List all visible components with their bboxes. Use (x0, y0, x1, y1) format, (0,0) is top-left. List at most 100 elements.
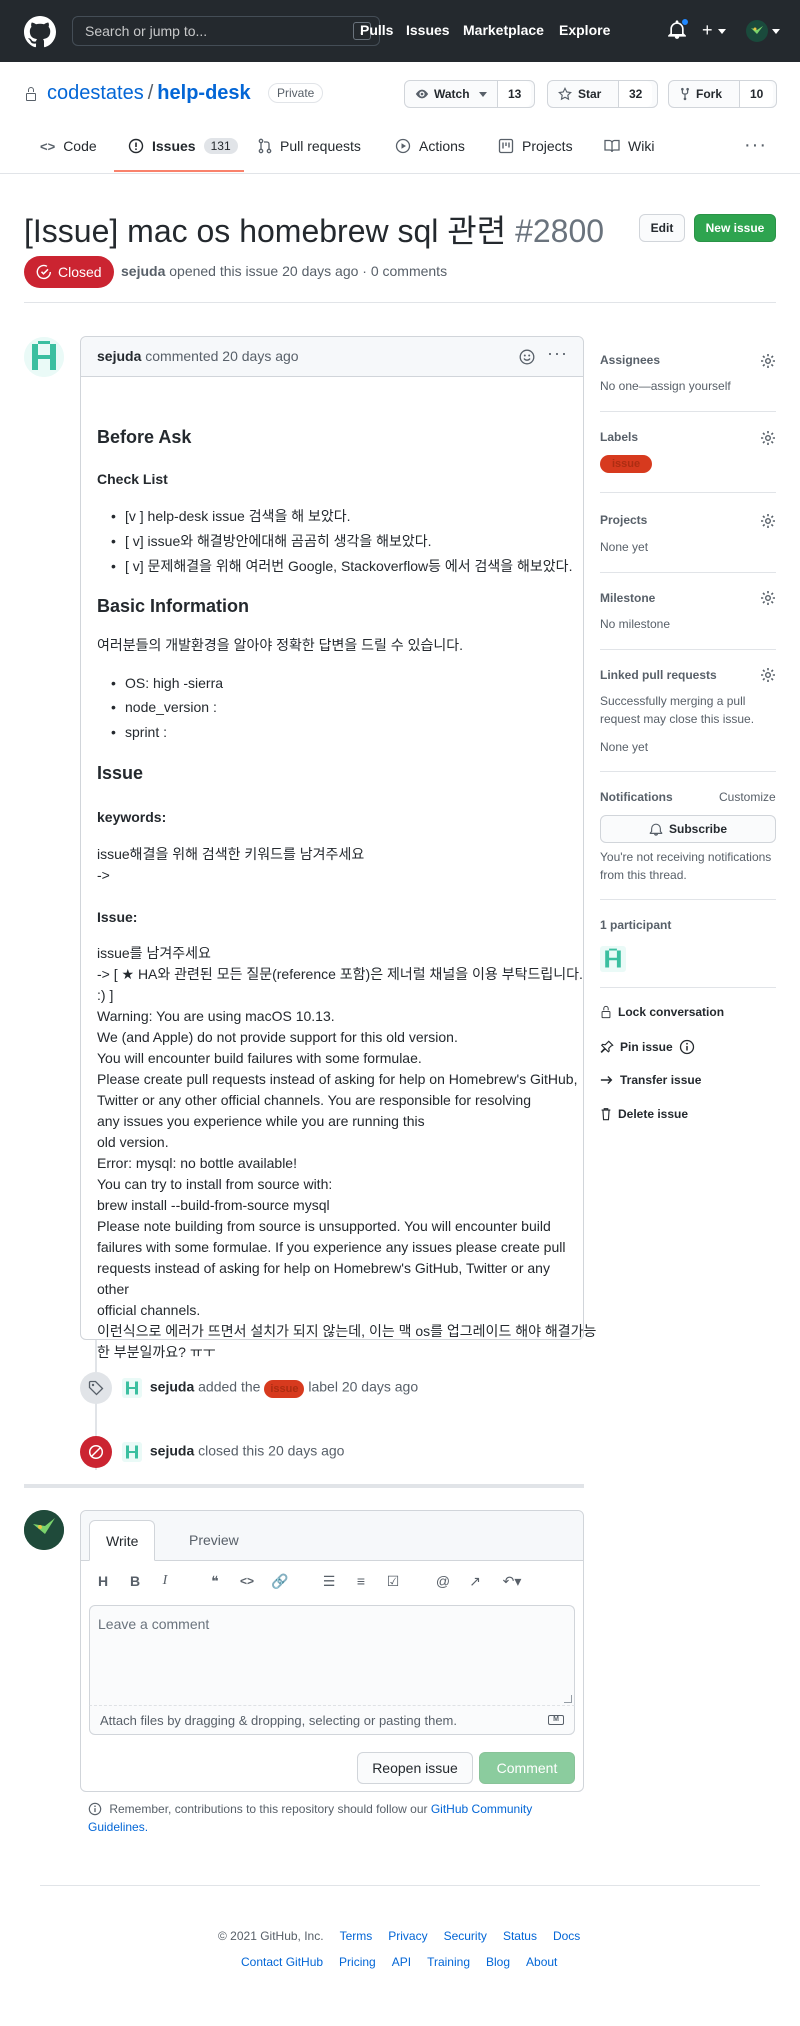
footer-link-docs[interactable]: Docs (553, 1929, 580, 1943)
bold-icon[interactable]: B (127, 1573, 143, 1589)
unordered-list-icon[interactable]: ☰ (321, 1573, 337, 1589)
repo-name-link[interactable]: help-desk (157, 82, 250, 104)
participant-avatar[interactable] (600, 946, 626, 972)
footer-link-contact[interactable]: Contact GitHub (241, 1955, 323, 1969)
info-icon[interactable] (679, 1039, 695, 1055)
footer-link-api[interactable]: API (392, 1955, 411, 1969)
gear-icon[interactable] (760, 667, 776, 683)
tab-issues[interactable]: Issues 131 (128, 138, 238, 154)
ordered-list-icon[interactable]: ≡ (353, 1573, 369, 1589)
watch-count[interactable]: 13 (497, 81, 532, 107)
create-new-menu[interactable]: + (702, 21, 726, 39)
subscribe-button[interactable]: Subscribe (600, 815, 776, 843)
smiley-icon[interactable] (519, 349, 535, 365)
paragraph: any issues you experience while you are … (97, 1113, 425, 1129)
footer-link-pricing[interactable]: Pricing (339, 1955, 376, 1969)
divider (600, 771, 776, 772)
attach-files-area[interactable]: Attach files by dragging & dropping, sel… (89, 1705, 575, 1735)
delete-label: Delete issue (618, 1107, 689, 1121)
lock-conversation-button[interactable]: Lock conversation (600, 1005, 724, 1019)
kebab-horizontal-icon[interactable]: ··· (547, 343, 568, 364)
footer-link-security[interactable]: Security (444, 1929, 487, 1943)
projects-heading[interactable]: Projects (600, 513, 647, 527)
task-list-icon[interactable]: ☑ (385, 1573, 401, 1589)
reopen-issue-button[interactable]: Reopen issue (357, 1752, 473, 1784)
heading-before-ask: Before Ask (97, 427, 192, 447)
tab-write[interactable]: Write (89, 1520, 156, 1561)
comment-textarea[interactable]: Leave a comment (89, 1605, 575, 1705)
chevron-down-icon[interactable] (772, 29, 780, 34)
notifications-desc-2: from this thread. (600, 868, 687, 882)
gear-icon[interactable] (760, 513, 776, 529)
fork-count[interactable]: 10 (739, 81, 774, 107)
fork-button[interactable]: Fork (669, 81, 739, 107)
nav-issues[interactable]: Issues (406, 22, 450, 38)
community-guidelines-link[interactable]: GitHub Community (431, 1802, 532, 1816)
assignees-value[interactable]: No one—assign yourself (600, 377, 731, 395)
repo-owner-link[interactable]: codestates (47, 82, 144, 104)
current-user-avatar[interactable] (24, 1510, 64, 1550)
edit-title-button[interactable]: Edit (639, 214, 685, 242)
nav-explore[interactable]: Explore (559, 22, 610, 38)
community-guidelines-link-2[interactable]: Guidelines. (88, 1820, 148, 1834)
gear-icon[interactable] (760, 353, 776, 369)
footer-link-about[interactable]: About (526, 1955, 557, 1969)
code-icon[interactable]: <> (239, 1573, 255, 1589)
quote-icon[interactable]: ❝ (207, 1573, 223, 1589)
tab-projects[interactable]: Projects (498, 138, 573, 154)
tab-code[interactable]: <> Code (40, 138, 97, 154)
markdown-icon[interactable]: M (548, 1715, 564, 1725)
reply-icon[interactable]: ↶▾ (499, 1573, 525, 1589)
watch-button[interactable]: Watch (405, 81, 497, 107)
search-input[interactable]: Search or jump to... / (72, 16, 380, 46)
avatar[interactable] (24, 337, 64, 377)
mention-icon[interactable]: @ (435, 1573, 451, 1589)
tab-preview[interactable]: Preview (173, 1520, 255, 1561)
tab-wiki[interactable]: Wiki (604, 138, 654, 154)
italic-icon[interactable]: I (157, 1573, 173, 1589)
label-issue[interactable]: issue (600, 455, 653, 473)
transfer-issue-button[interactable]: Transfer issue (600, 1073, 701, 1087)
event-author-link[interactable]: sejuda (150, 1379, 194, 1395)
comment-author-link[interactable]: sejuda (97, 348, 141, 364)
avatar[interactable] (122, 1442, 142, 1462)
nav-pulls[interactable]: Pulls (360, 22, 393, 38)
user-avatar[interactable] (746, 20, 768, 42)
footer-link-training[interactable]: Training (427, 1955, 470, 1969)
timeline-end-divider (24, 1484, 584, 1488)
trash-icon (601, 1108, 611, 1121)
linked-pr-heading[interactable]: Linked pull requests (600, 668, 717, 682)
link-icon[interactable]: 🔗 (271, 1573, 288, 1589)
pin-issue-button[interactable]: Pin issue (600, 1039, 695, 1055)
assignees-heading[interactable]: Assignees (600, 353, 660, 367)
comment-submit-button[interactable]: Comment (479, 1752, 575, 1784)
star-count[interactable]: 32 (618, 81, 653, 107)
issue-author-link[interactable]: sejuda (121, 263, 165, 279)
new-issue-button[interactable]: New issue (694, 214, 776, 242)
avatar[interactable] (122, 1378, 142, 1398)
labels-heading[interactable]: Labels (600, 430, 638, 444)
nav-marketplace[interactable]: Marketplace (463, 22, 544, 38)
footer-link-privacy[interactable]: Privacy (388, 1929, 427, 1943)
linked-pr-value: None yet (600, 740, 649, 754)
identicon-icon (600, 946, 626, 972)
gear-icon[interactable] (760, 590, 776, 606)
more-horizontal-icon[interactable]: ··· (744, 134, 767, 157)
milestone-heading[interactable]: Milestone (600, 591, 655, 605)
star-button[interactable]: Star (548, 81, 618, 107)
footer-link-terms[interactable]: Terms (340, 1929, 373, 1943)
resize-handle[interactable] (564, 1695, 572, 1703)
footer-link-blog[interactable]: Blog (486, 1955, 510, 1969)
github-logo-icon[interactable] (24, 16, 56, 48)
selected-tab-indicator (114, 170, 244, 172)
label-issue[interactable]: issue (264, 1379, 305, 1398)
heading-icon[interactable]: H (95, 1573, 111, 1589)
tab-pull-requests[interactable]: Pull requests (258, 138, 361, 154)
customize-link[interactable]: Customize (719, 790, 776, 804)
footer-link-status[interactable]: Status (503, 1929, 537, 1943)
gear-icon[interactable] (760, 430, 776, 446)
tab-actions[interactable]: Actions (395, 138, 465, 154)
cross-reference-icon[interactable]: ↗ (467, 1573, 483, 1589)
delete-issue-button[interactable]: Delete issue (600, 1107, 688, 1121)
event-author-link[interactable]: sejuda (150, 1443, 194, 1459)
